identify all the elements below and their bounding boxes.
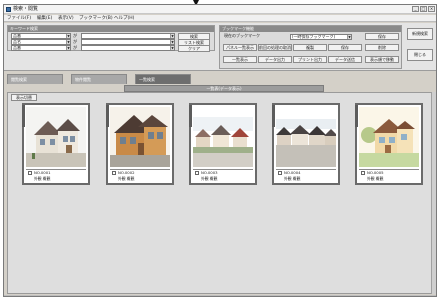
bookmark-select[interactable]: (一時保存ブックマーク) ▼ bbox=[290, 34, 352, 40]
delete-button[interactable]: 削除 bbox=[365, 44, 399, 51]
menu-file[interactable]: ファイル(F) bbox=[7, 16, 31, 21]
menu-help[interactable]: ヘルプ(H) bbox=[114, 16, 134, 21]
card-marker bbox=[272, 105, 275, 127]
title-bar: 検索・閲覧 _ □ × bbox=[4, 5, 436, 14]
bookmark-group: ブックマーク機能 現在のブックマーク (一時保存ブックマーク) ▼ 保存 パネル一… bbox=[219, 25, 402, 69]
house-photo-icon bbox=[26, 107, 86, 167]
property-card[interactable]: NO.0005 外観 概観 bbox=[355, 103, 423, 185]
duplicate-button[interactable]: 複製 bbox=[293, 44, 327, 51]
checkbox-icon bbox=[361, 171, 365, 175]
property-card[interactable]: NO.0001 外観 概観 bbox=[22, 103, 90, 185]
property-card[interactable]: NO.0004 外観 概観 bbox=[272, 103, 340, 185]
card-marker bbox=[106, 105, 109, 127]
house-photo-icon bbox=[276, 107, 336, 167]
card-id: NO.0004 bbox=[284, 170, 301, 175]
card-caption: NO.0004 外観 概観 bbox=[276, 169, 336, 183]
thumbnail-panel: 表示切替 NO.0001 外観 概観 NO.0002 外観 概観 NO.0003… bbox=[7, 92, 433, 294]
app-icon bbox=[6, 7, 11, 12]
move-order-button[interactable]: 表示順で移動 bbox=[365, 56, 399, 63]
search-row: 品番 ▼ が ▼ クリア bbox=[11, 45, 211, 52]
minimize-button[interactable]: _ bbox=[412, 6, 419, 12]
card-caption: NO.0005 外観 概観 bbox=[359, 169, 419, 183]
status-bar bbox=[4, 295, 436, 296]
list-view-button[interactable]: 一覧表示 bbox=[223, 56, 257, 63]
chevron-down-icon: ▼ bbox=[66, 46, 70, 50]
menu-edit[interactable]: 編集(E) bbox=[37, 16, 52, 21]
list-header: 一覧表(データ表示) bbox=[124, 85, 324, 92]
card-desc: 外観 概観 bbox=[284, 176, 301, 181]
display-toggle-button[interactable]: 表示切替 bbox=[11, 94, 37, 101]
house-photo-icon bbox=[193, 107, 253, 167]
card-desc: 外観 概観 bbox=[201, 176, 218, 181]
card-id: NO.0002 bbox=[118, 170, 135, 175]
chevron-down-icon: ▼ bbox=[347, 35, 351, 39]
card-desc: 外観 概観 bbox=[34, 176, 51, 181]
maximize-button[interactable]: □ bbox=[420, 6, 427, 12]
tab-bar: 閲覧検索 物件閲覧 一覧検索 bbox=[4, 72, 436, 84]
close-button[interactable]: × bbox=[428, 6, 435, 12]
panel-list-button[interactable]: パネル一覧表示 bbox=[223, 44, 257, 51]
close-window-button[interactable]: 閉じる bbox=[407, 49, 433, 61]
menu-bookmark[interactable]: ブックマーク(B) bbox=[79, 16, 113, 21]
card-caption: NO.0001 外観 概観 bbox=[26, 169, 86, 183]
property-card[interactable]: NO.0003 外観 概観 bbox=[189, 103, 257, 185]
chevron-down-icon: ▼ bbox=[170, 46, 174, 50]
field-select[interactable]: 品番 ▼ bbox=[11, 45, 71, 51]
property-card[interactable]: NO.0002 外観 概観 bbox=[106, 103, 174, 185]
card-marker bbox=[355, 105, 358, 127]
save-button[interactable]: 保存 bbox=[328, 44, 362, 51]
tab-list-search[interactable]: 一覧検索 bbox=[135, 74, 191, 84]
keyword-search-title: キーワード検索 bbox=[8, 26, 214, 32]
card-caption: NO.0002 外観 概観 bbox=[110, 169, 170, 183]
card-marker bbox=[22, 105, 25, 127]
data-output-button[interactable]: データ出力 bbox=[258, 56, 292, 63]
data-send-button[interactable]: データ送信 bbox=[328, 56, 362, 63]
checkbox-icon bbox=[278, 171, 282, 175]
menu-view[interactable]: 表示(V) bbox=[58, 16, 74, 21]
toolbar: キーワード検索 品番 ▼ が ▼ 検索 品名 ▼ が ▼ リスト検索 品番 ▼ が ▼… bbox=[4, 23, 436, 71]
checkbox-icon bbox=[28, 171, 32, 175]
value-input[interactable]: ▼ bbox=[81, 45, 175, 51]
current-bookmark-label: 現在のブックマーク bbox=[224, 33, 260, 38]
app-window: 検索・閲覧 _ □ × ファイル(F) 編集(E) 表示(V) ブックマーク(B… bbox=[3, 4, 437, 297]
card-marker bbox=[189, 105, 192, 127]
chevron-down-icon: ▼ bbox=[66, 40, 70, 44]
undo-button[interactable]: 前回の処理の取消し bbox=[258, 44, 292, 51]
print-output-button[interactable]: プリント出力 bbox=[293, 56, 327, 63]
keyword-search-group: キーワード検索 品番 ▼ が ▼ 検索 品名 ▼ が ▼ リスト検索 品番 ▼ が ▼… bbox=[7, 25, 215, 52]
tab-property-browse[interactable]: 物件閲覧 bbox=[71, 74, 127, 84]
bookmark-save-button[interactable]: 保存 bbox=[365, 33, 399, 40]
menu-bar: ファイル(F) 編集(E) 表示(V) ブックマーク(B) ヘルプ(H) bbox=[4, 15, 436, 22]
chevron-down-icon: ▼ bbox=[66, 34, 70, 38]
card-id: NO.0003 bbox=[201, 170, 218, 175]
bookmark-title: ブックマーク機能 bbox=[220, 26, 401, 32]
card-caption: NO.0003 外観 概観 bbox=[193, 169, 253, 183]
new-search-button[interactable]: 新規検索 bbox=[407, 28, 433, 40]
chevron-down-icon: ▼ bbox=[170, 34, 174, 38]
house-photo-icon bbox=[359, 107, 419, 167]
checkbox-icon bbox=[195, 171, 199, 175]
clear-button[interactable]: クリア bbox=[178, 45, 210, 52]
chevron-down-icon: ▼ bbox=[170, 40, 174, 44]
house-photo-icon bbox=[110, 107, 170, 167]
op-label: が bbox=[73, 45, 77, 50]
window-title: 検索・閲覧 bbox=[13, 6, 39, 12]
card-id: NO.0005 bbox=[367, 170, 384, 175]
tab-browse-search[interactable]: 閲覧検索 bbox=[7, 74, 63, 84]
card-desc: 外観 概観 bbox=[118, 176, 135, 181]
card-desc: 外観 概観 bbox=[367, 176, 384, 181]
vertical-scrollbar[interactable] bbox=[431, 92, 436, 294]
card-id: NO.0001 bbox=[34, 170, 51, 175]
checkbox-icon bbox=[112, 171, 116, 175]
